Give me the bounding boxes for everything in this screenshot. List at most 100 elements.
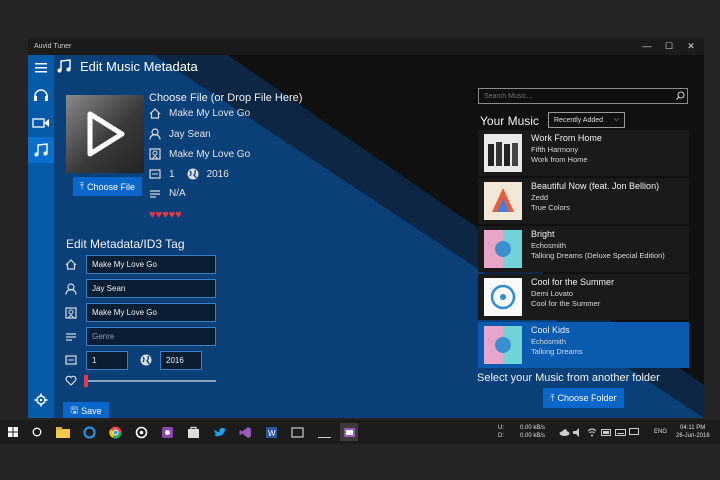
list-item[interactable]: Work From Home Fifth Harmony Work from H… (478, 130, 689, 176)
net-up-label: U: (498, 425, 504, 431)
song-title: Beautiful Now (feat. Jon Bellion) (531, 181, 660, 191)
song-artist: Fifth Harmony (531, 145, 579, 154)
list-item-selected[interactable]: Cool Kids Echosmith Talking Dreams (478, 322, 689, 368)
net-down-label: D: (498, 433, 504, 439)
window-app-icon (290, 426, 304, 438)
song-album: Talking Dreams (531, 347, 583, 356)
song-album: Work from Home (531, 155, 588, 164)
genre-field[interactable] (86, 327, 216, 346)
title-field[interactable] (86, 255, 216, 274)
taskbar-auvid-tuner[interactable] (340, 423, 358, 441)
cloud-tray-icon[interactable] (558, 423, 570, 441)
close-button[interactable]: ✕ (680, 40, 702, 53)
taskbar-edge[interactable] (80, 423, 98, 441)
folder-icon (56, 426, 70, 438)
taskbar-app[interactable] (314, 423, 334, 441)
title-bar: Auvid Tuner — ☐ ✕ (28, 38, 704, 55)
song-artist: Echosmith (531, 241, 567, 250)
keyboard-tray-icon[interactable] (614, 423, 626, 441)
genre-list-icon (150, 189, 160, 198)
maximize-button[interactable]: ☐ (658, 40, 680, 53)
twitter-bird-icon (213, 427, 226, 436)
app-window: Auvid Tuner — ☐ ✕ Edit Music Metadata ⤒ … (28, 38, 704, 418)
language-indicator[interactable]: ENG (654, 429, 667, 435)
headphones-icon (34, 89, 48, 101)
artist-field[interactable] (86, 279, 216, 298)
play-icon (87, 111, 125, 157)
cloud-icon (559, 428, 569, 436)
info-artist: Jay Sean (169, 128, 211, 140)
save-button[interactable]: 🖫 Save (63, 402, 109, 418)
info-genre-row: N/A (149, 188, 186, 199)
search-taskbar-button[interactable] (28, 423, 46, 441)
search-input[interactable] (478, 88, 688, 104)
song-artist: Zedd (531, 193, 549, 202)
list-item[interactable]: Cool for the Summer Demi Lovato Cool for… (478, 274, 689, 320)
taskbar-app[interactable] (132, 423, 150, 441)
album-art[interactable] (66, 95, 144, 173)
year-field[interactable] (160, 351, 202, 370)
list-item[interactable]: Beautiful Now (feat. Jon Bellion) Zedd T… (478, 178, 689, 224)
taskbar-store[interactable] (184, 423, 202, 441)
circle-app-icon (135, 426, 147, 438)
taskbar-visual-studio[interactable] (236, 423, 254, 441)
nav-audio-button[interactable] (28, 82, 54, 108)
album-icon (65, 307, 77, 319)
search-icon[interactable] (676, 91, 685, 100)
album-field[interactable] (86, 303, 216, 322)
cortana-icon (32, 427, 42, 437)
speaker-icon (573, 427, 579, 437)
clock-date[interactable]: 26-Jun-2016 (676, 433, 710, 439)
choose-folder-button[interactable]: ⤒ Choose Folder (543, 388, 624, 408)
taskbar-app[interactable] (158, 423, 176, 441)
app-icon (161, 426, 173, 438)
chat-tray-icon[interactable] (628, 423, 640, 441)
network-tray-icon[interactable] (586, 423, 598, 441)
hamburger-menu-button[interactable] (28, 55, 54, 81)
taskbar-chrome[interactable] (106, 423, 124, 441)
nav-video-button[interactable] (28, 110, 54, 136)
word-icon: W (265, 426, 277, 438)
taskbar-word[interactable]: W (262, 423, 280, 441)
upload-icon: ⤒ (550, 392, 555, 403)
taskbar-twitter[interactable] (210, 423, 228, 441)
rating-slider-thumb[interactable] (84, 375, 88, 387)
taskbar-explorer[interactable] (54, 423, 72, 441)
sort-dropdown[interactable]: Recently Added ⌵ (548, 112, 625, 128)
track-field[interactable] (86, 351, 128, 370)
start-button[interactable] (4, 423, 22, 441)
volume-tray-icon[interactable] (572, 423, 584, 441)
home-icon (65, 259, 77, 270)
save-icon: 🖫 (70, 405, 79, 415)
blank-app-icon (317, 436, 331, 438)
net-down-speed: 0.00 kB/s (520, 433, 546, 439)
rating-slider-track[interactable] (86, 380, 216, 382)
choose-file-title: Choose File (or Drop File Here) (149, 92, 303, 104)
choose-file-button[interactable]: ⤒ Choose File (73, 177, 142, 196)
taskbar: W U: D: 0.00 kB/s 0.00 kB/s ENG 04:11 PM… (0, 420, 720, 444)
globe-icon (140, 354, 152, 366)
desktop: Auvid Tuner — ☐ ✕ Edit Music Metadata ⤒ … (0, 0, 720, 480)
settings-button[interactable] (28, 387, 54, 413)
edge-icon (82, 425, 96, 439)
auvid-tuner-icon (343, 427, 355, 437)
album-icon (149, 148, 161, 160)
taskbar-app[interactable] (288, 423, 306, 441)
your-music-heading: Your Music (480, 114, 539, 128)
song-album: Cool for the Summer (531, 299, 601, 308)
info-artist-row: Jay Sean (149, 128, 211, 140)
chrome-icon (108, 426, 121, 439)
clock-time[interactable]: 04:11 PM (680, 425, 705, 431)
windows-logo-icon (8, 427, 18, 437)
song-title: Work From Home (531, 133, 602, 143)
list-item[interactable]: Bright Echosmith Talking Dreams (Deluxe … (478, 226, 689, 272)
info-year: 2016 (206, 168, 229, 180)
wifi-icon (587, 427, 597, 436)
song-album: True Colors (531, 203, 570, 212)
album-thumb (484, 134, 522, 172)
person-icon (65, 283, 77, 295)
battery-tray-icon[interactable] (600, 423, 612, 441)
nav-music-button[interactable] (28, 137, 54, 163)
minimize-button[interactable]: — (636, 40, 658, 53)
net-up-speed: 0.00 kB/s (520, 425, 546, 431)
